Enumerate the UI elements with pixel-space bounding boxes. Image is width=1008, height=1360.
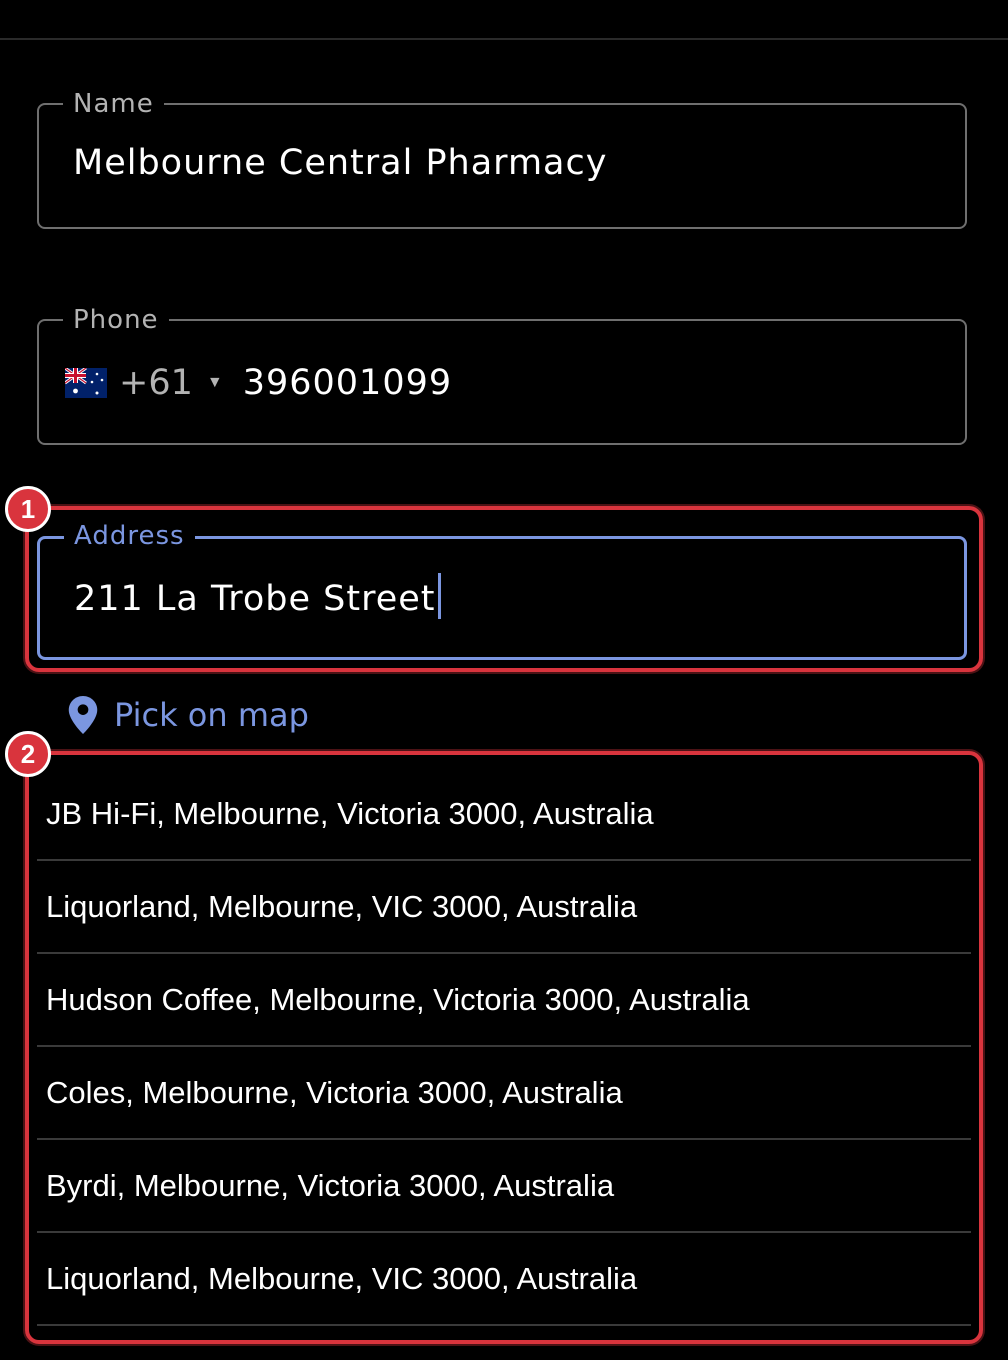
annotation-badge-2: 2 (5, 731, 51, 777)
australia-flag-icon[interactable] (64, 366, 107, 398)
phone-label: Phone (63, 305, 169, 335)
caret-down-icon[interactable]: ▼ (207, 374, 223, 392)
phone-row: +61 ▼ 396001099 (64, 363, 452, 403)
phone-field[interactable]: Phone +61 ▼ 396001099 (37, 305, 967, 445)
phone-value[interactable]: 396001099 (243, 363, 452, 403)
top-divider (0, 38, 1008, 40)
annotation-badge-1: 1 (5, 486, 51, 532)
highlight-box-address (25, 506, 983, 672)
name-value[interactable]: Melbourne Central Pharmacy (73, 143, 607, 183)
pick-on-map-label: Pick on map (114, 696, 309, 734)
name-field[interactable]: Name Melbourne Central Pharmacy (37, 89, 967, 229)
dial-code[interactable]: +61 (119, 363, 193, 403)
name-label: Name (63, 89, 164, 119)
highlight-box-suggestions (25, 751, 983, 1344)
location-pin-icon (68, 696, 98, 734)
pick-on-map-button[interactable]: Pick on map (68, 696, 309, 734)
